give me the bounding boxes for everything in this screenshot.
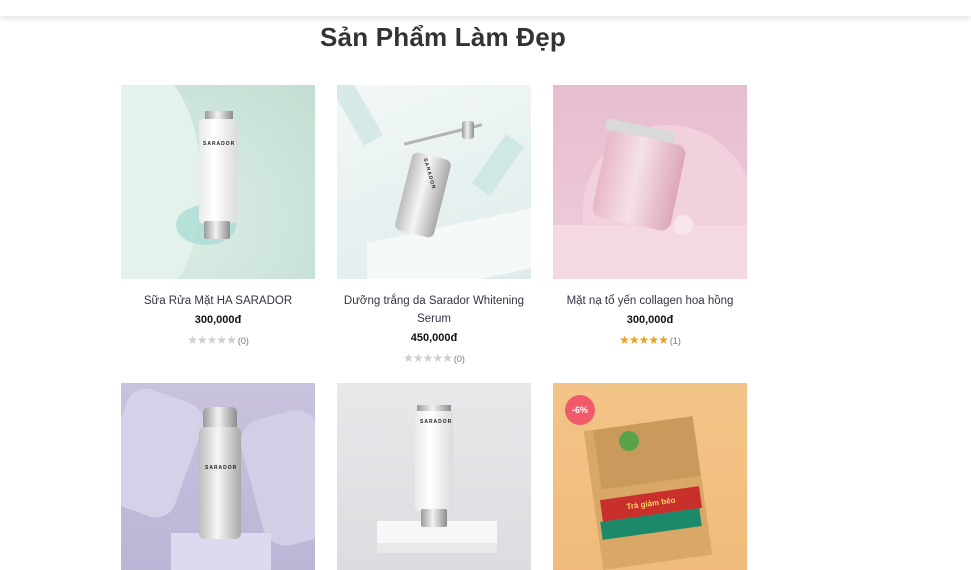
product-price: 300,000đ: [626, 314, 674, 326]
section-title: Sản Phẩm Làm Đẹp: [320, 22, 566, 52]
product-image[interactable]: SARADOR: [121, 85, 315, 279]
product-image[interactable]: SARADOR: [121, 383, 315, 570]
discount-badge: -6%: [565, 395, 595, 425]
product-image[interactable]: SARADOR: [337, 383, 531, 570]
star-icon: ★★★★★: [187, 333, 237, 347]
product-name[interactable]: Dưỡng trắng da Sarador Whitening Serum: [337, 292, 531, 328]
product-brand-label: SARADOR: [205, 465, 238, 471]
product-name[interactable]: Sữa Rửa Mặt HA SARADOR: [121, 292, 315, 310]
product-image[interactable]: [553, 85, 747, 279]
product-name[interactable]: Mặt nạ tổ yến collagen hoa hồng: [553, 292, 747, 310]
top-header-bar: [0, 0, 971, 16]
review-count: (0): [453, 354, 465, 364]
review-count: (1): [669, 336, 681, 346]
product-card[interactable]: SARADOR Dưỡng trắng da Sarador Whitening…: [337, 85, 531, 366]
product-rating: ★★★★★ (0): [121, 333, 315, 348]
product-rating: ★★★★★ (1): [553, 333, 747, 348]
product-brand-label: SARADOR: [203, 141, 236, 147]
product-rating: ★★★★★ (0): [337, 351, 531, 366]
product-card[interactable]: SARADOR: [121, 383, 315, 570]
product-price: 450,000đ: [410, 332, 458, 344]
product-card[interactable]: Mặt nạ tổ yến collagen hoa hồng 300,000đ…: [553, 85, 747, 348]
product-card[interactable]: SARADOR Sữa Rửa Mặt HA SARADOR 300,000đ …: [121, 85, 315, 348]
review-count: (0): [237, 336, 249, 346]
product-image[interactable]: SARADOR: [337, 85, 531, 279]
star-icon: ★★★★★: [403, 351, 453, 365]
product-card[interactable]: Trà giảm béo -6%: [553, 383, 747, 570]
product-price: 300,000đ: [194, 314, 242, 326]
product-brand-label: SARADOR: [420, 419, 453, 425]
product-card[interactable]: SARADOR: [337, 383, 531, 570]
star-icon: ★★★★★: [619, 333, 669, 347]
